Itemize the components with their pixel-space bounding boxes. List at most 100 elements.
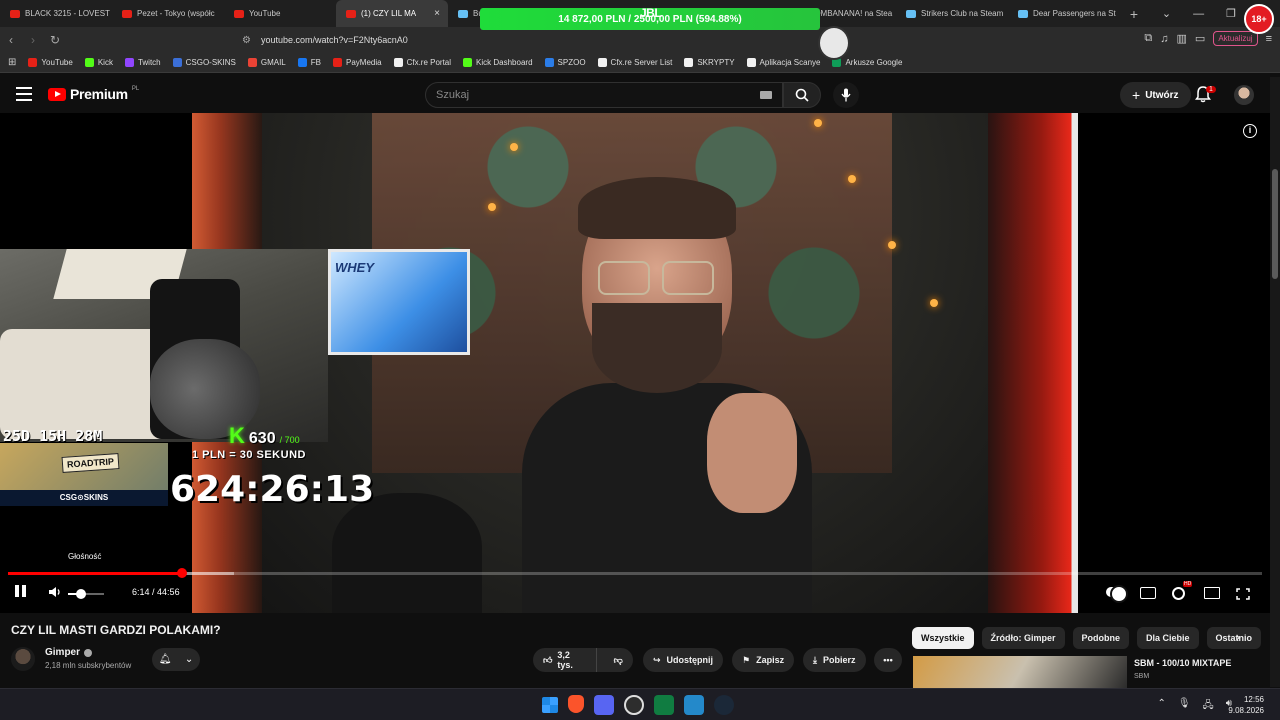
miniplayer-icon[interactable]: [1204, 587, 1220, 599]
filter-chip[interactable]: Podobne: [1072, 627, 1130, 649]
network-icon[interactable]: 🖧: [1203, 698, 1214, 715]
filter-chip[interactable]: Źródło: Gimper: [981, 627, 1065, 649]
video-player[interactable]: WHEY 25D 15H 28M K 630 / 700 ROADTRIP CS…: [0, 113, 1270, 613]
autoplay-toggle-icon[interactable]: [1106, 585, 1128, 603]
browser-tab[interactable]: Strikers Club na Steam: [896, 0, 1008, 27]
bookmark-item[interactable]: PayMedia: [333, 58, 382, 67]
recommended-thumbnail[interactable]: [913, 656, 1127, 688]
browser-tab[interactable]: BLACK 3215 - LOVEST: [0, 0, 112, 27]
bookmark-item[interactable]: Cfx.re Portal: [393, 58, 451, 67]
nav-toolbar: ⧉ ♫ ▥ ▭ Aktualizuj ≡: [1144, 31, 1272, 46]
microphone-icon: [841, 88, 851, 102]
whey-label: WHEY: [335, 260, 374, 275]
bookmark-item[interactable]: Twitch: [124, 58, 161, 67]
tab-close-icon[interactable]: ×: [434, 8, 440, 19]
site-settings-icon[interactable]: ⚙: [242, 35, 251, 46]
share-button[interactable]: ↪ Udostępnij: [643, 648, 724, 672]
back-icon[interactable]: ‹: [0, 33, 22, 47]
volume-slider[interactable]: [68, 589, 104, 599]
dislike-button[interactable]: 👎︎: [603, 655, 633, 666]
download-button[interactable]: ⤓ Pobierz: [803, 648, 866, 672]
info-icon[interactable]: i: [1243, 124, 1257, 138]
new-tab-button[interactable]: +: [1120, 6, 1148, 22]
sidebar-icon[interactable]: ▥: [1177, 32, 1187, 45]
bookmark-favicon-icon: [393, 58, 403, 67]
browser-tab[interactable]: (1) CZY LIL MA ×: [336, 0, 448, 27]
bookmark-item[interactable]: Arkusze Google: [832, 58, 902, 67]
bookmark-item[interactable]: Aplikacja Scanye: [746, 58, 820, 67]
excel-icon[interactable]: [654, 695, 674, 715]
tab-label: Dear Passengers na St: [1033, 9, 1116, 18]
vscode-icon[interactable]: [684, 695, 704, 715]
volume-knob[interactable]: [75, 589, 86, 599]
address-bar[interactable]: ⚙ youtube.com/watch?v=F2Nty6acnA0: [242, 31, 962, 49]
voice-search-button[interactable]: [833, 82, 859, 108]
taskbar-clock[interactable]: 12:56 9.08.2026: [1228, 694, 1264, 716]
bookmark-item[interactable]: SPZOO: [544, 58, 586, 67]
discord-icon[interactable]: [594, 695, 614, 715]
channel-avatar[interactable]: [11, 647, 35, 671]
subtitles-icon[interactable]: [1140, 587, 1156, 599]
account-avatar[interactable]: [1234, 85, 1254, 105]
bookmark-item[interactable]: YouTube: [28, 58, 73, 67]
bookmark-item[interactable]: FB: [297, 58, 321, 67]
kick-count-max: / 700: [279, 435, 300, 445]
bookmark-item[interactable]: SKRYPTY: [684, 58, 735, 67]
quality-badge: HD: [1183, 581, 1193, 587]
brave-browser-icon[interactable]: [568, 695, 584, 713]
filter-chip[interactable]: Dla Ciebie: [1137, 627, 1199, 649]
chevron-down-icon[interactable]: ⌄: [1162, 7, 1171, 20]
page-scrollbar[interactable]: [1270, 77, 1280, 687]
save-button[interactable]: ⚑ Zapisz: [732, 648, 795, 672]
bookmark-item[interactable]: Kick: [84, 58, 113, 67]
browser-tab[interactable]: Dear Passengers na St: [1008, 0, 1120, 27]
recommended-title[interactable]: SBM - 100/10 MIXTAPE: [1134, 658, 1231, 668]
reload-icon[interactable]: ↻: [44, 33, 66, 47]
settings-gear-icon[interactable]: [1172, 587, 1188, 600]
update-button[interactable]: Aktualizuj: [1213, 31, 1258, 46]
menu-hamburger-icon[interactable]: [16, 87, 32, 101]
mic-tray-icon[interactable]: 🎙︎: [1178, 698, 1191, 715]
bookmark-item[interactable]: Kick Dashboard: [463, 58, 533, 67]
chevron-right-icon[interactable]: ›: [1236, 630, 1240, 644]
bookmark-item[interactable]: GMAIL: [247, 58, 286, 67]
volume-icon[interactable]: [48, 585, 62, 603]
player-controls: 6:14 / 44:56 HD: [0, 581, 1270, 607]
scrollbar-thumb[interactable]: [1272, 169, 1278, 279]
like-button[interactable]: 👍︎ 3,2 tys.: [533, 648, 598, 672]
pause-icon[interactable]: [15, 585, 27, 597]
bookmark-favicon-icon: [84, 58, 94, 67]
create-button[interactable]: + Utwórz: [1120, 82, 1191, 108]
apps-grid-icon[interactable]: ⊞: [8, 57, 16, 68]
obs-icon[interactable]: [624, 695, 644, 715]
tray-chevron-icon[interactable]: ⌃: [1157, 698, 1165, 715]
forward-icon[interactable]: ›: [22, 33, 44, 47]
extensions-icon[interactable]: ⧉: [1144, 32, 1152, 45]
search-input[interactable]: Szukaj: [425, 82, 783, 108]
fullscreen-icon[interactable]: [1236, 587, 1252, 600]
minimize-icon[interactable]: —: [1193, 8, 1204, 20]
bookmark-item[interactable]: CSGO-SKINS: [172, 58, 236, 67]
bookmark-icon: ⚑: [742, 654, 751, 665]
url-text: youtube.com/watch?v=F2Nty6acnA0: [260, 35, 408, 45]
channel-name[interactable]: Gimper: [45, 647, 93, 658]
windows-start-icon[interactable]: [542, 697, 558, 713]
filter-chip[interactable]: Wszystkie: [912, 627, 974, 649]
restore-icon[interactable]: ❐: [1226, 7, 1236, 20]
browser-tab[interactable]: Pezet - Tokyo (współc: [112, 0, 224, 27]
steam-icon[interactable]: [714, 695, 734, 715]
subscription-bell-button[interactable]: 🔔︎ ⌄: [152, 648, 200, 671]
menu-icon[interactable]: ≡: [1266, 33, 1272, 45]
youtube-logo[interactable]: Premium PL: [48, 86, 139, 102]
wallet-icon[interactable]: ▭: [1195, 32, 1205, 45]
progress-scrubber[interactable]: [177, 568, 188, 578]
bookmark-item[interactable]: Cfx.re Server List: [597, 58, 672, 67]
media-icon[interactable]: ♫: [1160, 33, 1168, 45]
browser-tab[interactable]: YouTube: [224, 0, 336, 27]
search-button[interactable]: [783, 82, 821, 108]
recommended-channel[interactable]: SBM: [1134, 673, 1149, 680]
keyboard-icon[interactable]: [760, 91, 772, 99]
progress-bar[interactable]: [8, 568, 1262, 578]
filter-chip[interactable]: Ostatnio: [1206, 627, 1262, 649]
more-actions-button[interactable]: •••: [874, 648, 902, 672]
